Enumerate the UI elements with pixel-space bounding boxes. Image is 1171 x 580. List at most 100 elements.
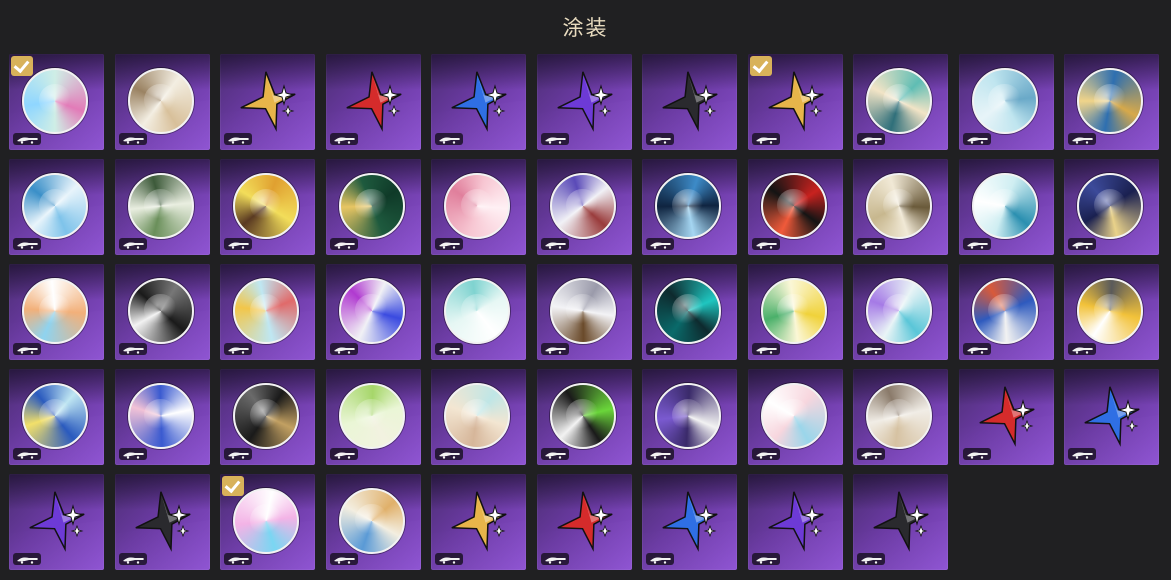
skin-tile[interactable] <box>325 54 421 150</box>
star-emblem-icon <box>345 71 402 132</box>
board-icon <box>224 553 252 565</box>
skin-tile[interactable] <box>853 474 948 570</box>
skin-tile[interactable] <box>958 369 1054 465</box>
board-icon <box>13 448 41 460</box>
skin-tile[interactable] <box>220 264 315 360</box>
skin-tile[interactable] <box>9 369 104 465</box>
skin-tile[interactable] <box>325 159 421 255</box>
skin-tile[interactable] <box>536 474 632 570</box>
skin-badge-icon <box>971 68 1038 134</box>
skin-tile[interactable] <box>9 54 104 150</box>
skin-badge-icon <box>760 278 827 344</box>
board-icon <box>857 343 885 355</box>
skin-tile[interactable] <box>536 369 632 465</box>
board-icon <box>751 448 780 460</box>
skin-badge-icon <box>338 173 405 239</box>
skin-badge-icon <box>338 383 405 449</box>
skin-tile[interactable] <box>853 159 948 255</box>
skin-badge-icon <box>127 173 194 239</box>
skin-tile[interactable] <box>536 264 632 360</box>
skin-tile[interactable] <box>220 369 315 465</box>
board-icon <box>646 448 674 460</box>
board-icon <box>1068 448 1096 460</box>
skin-tile[interactable] <box>536 159 632 255</box>
board-icon <box>646 238 674 250</box>
skin-tile[interactable] <box>431 54 526 150</box>
skin-tile[interactable] <box>642 264 737 360</box>
skin-tile[interactable] <box>431 474 526 570</box>
skin-tile[interactable] <box>1064 54 1159 150</box>
board-icon <box>224 133 252 145</box>
skin-badge-icon <box>338 488 405 554</box>
board-icon <box>224 448 252 460</box>
skin-tile[interactable] <box>958 159 1054 255</box>
board-icon <box>329 238 358 250</box>
skin-tile[interactable] <box>642 54 737 150</box>
skin-tile[interactable] <box>747 369 843 465</box>
skin-badge-icon <box>866 383 932 449</box>
skin-tile[interactable] <box>642 474 737 570</box>
skin-tile[interactable] <box>9 474 104 570</box>
skin-tile[interactable] <box>325 474 421 570</box>
board-icon <box>751 238 780 250</box>
skin-tile[interactable] <box>747 159 843 255</box>
skin-tile[interactable] <box>114 159 210 255</box>
skin-tile[interactable] <box>853 54 948 150</box>
skin-badge-icon <box>866 278 932 344</box>
skin-tile[interactable] <box>220 474 315 570</box>
skin-tile[interactable] <box>325 264 421 360</box>
skin-tile[interactable] <box>9 264 104 360</box>
star-emblem-icon <box>767 491 824 552</box>
skin-tile[interactable] <box>642 159 737 255</box>
skin-tile[interactable] <box>220 54 315 150</box>
skin-tile[interactable] <box>747 264 843 360</box>
skin-badge-icon <box>127 383 194 449</box>
skin-badge-icon <box>22 68 88 134</box>
board-icon <box>857 133 885 145</box>
skin-badge-icon <box>233 173 299 239</box>
board-icon <box>962 133 991 145</box>
board-icon <box>646 553 674 565</box>
skin-tile[interactable] <box>536 54 632 150</box>
skin-tile[interactable] <box>9 159 104 255</box>
skin-badge-icon <box>549 173 616 239</box>
skin-tile[interactable] <box>220 159 315 255</box>
skin-tile[interactable] <box>431 264 526 360</box>
skin-tile[interactable] <box>114 264 210 360</box>
star-emblem-icon <box>556 71 613 132</box>
skin-tile[interactable] <box>114 369 210 465</box>
skin-badge-icon <box>338 278 405 344</box>
skin-badge-icon <box>233 383 299 449</box>
skin-tile[interactable] <box>747 54 843 150</box>
board-icon <box>962 448 991 460</box>
skin-badge-icon <box>549 278 616 344</box>
board-icon <box>118 553 147 565</box>
skin-tile[interactable] <box>431 159 526 255</box>
skin-tile[interactable] <box>114 54 210 150</box>
skin-tile[interactable] <box>431 369 526 465</box>
board-icon <box>1068 238 1096 250</box>
skin-tile[interactable] <box>1064 159 1159 255</box>
skin-tile[interactable] <box>325 369 421 465</box>
board-icon <box>857 553 885 565</box>
board-icon <box>13 343 41 355</box>
skin-badge-icon <box>444 383 510 449</box>
skin-tile[interactable] <box>853 264 948 360</box>
skin-tile[interactable] <box>642 369 737 465</box>
star-emblem-icon <box>1084 386 1140 447</box>
board-icon <box>540 343 569 355</box>
skin-tile[interactable] <box>1064 264 1159 360</box>
board-icon <box>962 343 991 355</box>
skin-tile[interactable] <box>1064 369 1159 465</box>
skin-tile[interactable] <box>958 54 1054 150</box>
skin-tile[interactable] <box>958 264 1054 360</box>
skin-tile[interactable] <box>747 474 843 570</box>
star-emblem-icon <box>978 386 1035 447</box>
board-icon <box>118 133 147 145</box>
skin-tile[interactable] <box>114 474 210 570</box>
skin-badge-icon <box>444 278 510 344</box>
board-icon <box>118 238 147 250</box>
skin-tile[interactable] <box>853 369 948 465</box>
board-icon <box>540 448 569 460</box>
skin-badge-icon <box>22 173 88 239</box>
